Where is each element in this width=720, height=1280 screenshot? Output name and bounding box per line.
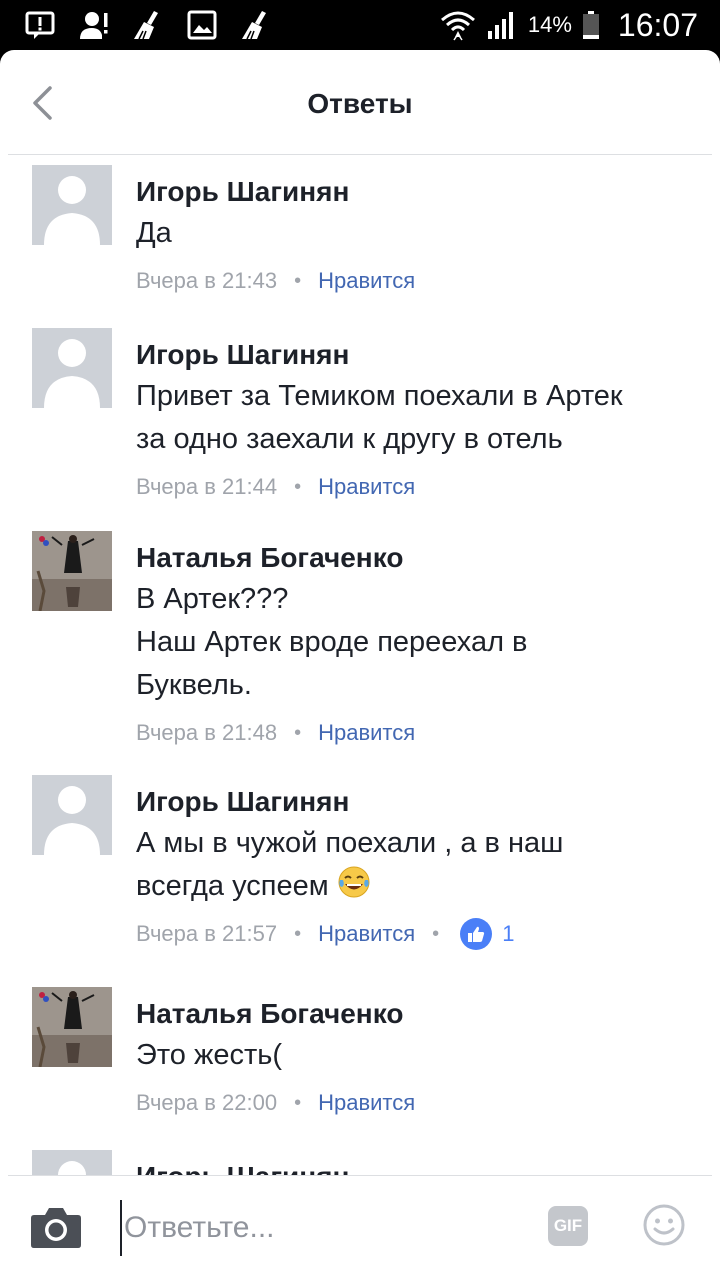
timestamp: Вчера в 22:00 [136, 1090, 278, 1115]
like-count[interactable]: 1 [502, 921, 514, 947]
comment-meta: Вчера в 21:57 • Нравится • 1 [136, 916, 690, 952]
comment-meta: Вчера в 21:44 • Нравится [136, 469, 690, 505]
replies-sheet: Ответы Игорь Шагинян Да Вчера в 21:43 • … [0, 50, 720, 1280]
emoji-button[interactable] [643, 1204, 685, 1246]
like-button[interactable]: Нравится [318, 1090, 415, 1116]
smiley-icon [643, 1204, 685, 1246]
like-button[interactable]: Нравится [318, 720, 415, 746]
separator-dot: • [294, 475, 302, 498]
clock: 16:07 [617, 6, 698, 43]
author-name[interactable]: Наталья Богаченко [136, 997, 690, 1031]
avatar[interactable] [32, 165, 112, 245]
avatar[interactable] [32, 775, 112, 855]
timestamp: Вчера в 21:43 [136, 268, 278, 293]
image-icon [187, 10, 217, 40]
gif-button[interactable]: GIF [548, 1206, 588, 1246]
page-title: Ответы [307, 88, 413, 119]
comment-text: Да [136, 217, 172, 249]
like-button[interactable]: Нравится [318, 474, 415, 500]
comment-meta: Вчера в 22:00 • Нравится [136, 1085, 690, 1121]
comment-text: А мы в чужой поехали , а в наш всегда ус… [136, 822, 690, 908]
like-button[interactable]: Нравится [318, 921, 415, 947]
notification-icons [24, 9, 272, 41]
battery-percent: 14% [527, 12, 572, 37]
author-name[interactable]: Игорь Шагинян [136, 785, 690, 819]
default-avatar-icon [44, 339, 100, 408]
avatar[interactable] [32, 328, 112, 408]
author-name[interactable]: Игорь Шагинян [136, 175, 690, 209]
timestamp: Вчера в 21:57 [136, 921, 278, 946]
separator-dot: • [294, 721, 302, 744]
broom-icon [134, 11, 158, 40]
comment-list[interactable]: Игорь Шагинян Да Вчера в 21:43 • Нравитс… [0, 155, 720, 1175]
timestamp: Вчера в 21:48 [136, 720, 278, 745]
comment-text: В Артек??? Наш Артек вроде переехал в Бу… [136, 583, 528, 701]
tears-of-joy-emoji [338, 866, 370, 898]
status-bar: 14% 16:07 [0, 0, 720, 50]
separator-dot: • [294, 269, 302, 292]
alert-box-icon [25, 11, 55, 39]
signal-icon [487, 12, 513, 39]
profile-photo [32, 531, 112, 611]
wifi-icon [440, 11, 475, 41]
avatar[interactable] [32, 987, 112, 1067]
battery-icon [582, 11, 599, 39]
default-avatar-icon [44, 786, 100, 855]
comment-meta: Вчера в 21:48 • Нравится [136, 715, 690, 751]
reply-input[interactable] [120, 1200, 520, 1256]
camera-icon [31, 1208, 81, 1248]
avatar[interactable] [32, 531, 112, 611]
author-name[interactable]: Игорь Шагинян [136, 338, 690, 372]
like-button[interactable]: Нравится [318, 268, 415, 294]
author-name[interactable]: Игорь Шагинян [136, 1160, 690, 1175]
thumbs-up-icon [468, 926, 485, 942]
default-avatar-icon [58, 1161, 86, 1175]
alert-person-icon [80, 12, 108, 39]
camera-button[interactable] [30, 1205, 82, 1249]
timestamp: Вчера в 21:44 [136, 474, 278, 499]
separator-dot: • [294, 1091, 302, 1114]
author-name[interactable]: Наталья Богаченко [136, 541, 690, 575]
avatar[interactable] [32, 1150, 112, 1175]
broom-icon [242, 11, 266, 40]
like-count-badge[interactable] [460, 918, 493, 950]
header: Ответы [0, 50, 720, 154]
default-avatar-icon [44, 176, 100, 245]
comment-meta: Вчера в 21:43 • Нравится [136, 263, 690, 299]
reply-composer: GIF [0, 1176, 720, 1280]
separator-dot: • [432, 922, 440, 945]
comment-text: Привет за Темиком поехали в Артек за одн… [136, 380, 623, 455]
profile-photo [32, 987, 112, 1067]
comment-text: Это жесть( [136, 1039, 283, 1071]
separator-dot: • [294, 922, 302, 945]
status-indicators: 14% 16:07 [440, 0, 698, 50]
